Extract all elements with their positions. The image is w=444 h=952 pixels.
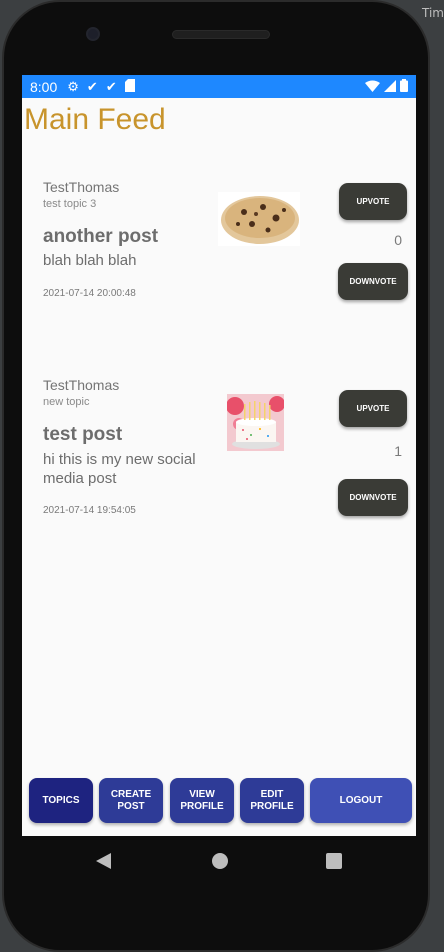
- page-title: Main Feed: [24, 103, 166, 136]
- vote-count: 1: [394, 443, 402, 459]
- window-corner-label: Tim: [422, 6, 444, 20]
- edit-profile-button[interactable]: EDIT PROFILE: [240, 778, 304, 823]
- post-body: hi this is my new social media post: [43, 451, 196, 487]
- earpiece-speaker: [172, 30, 270, 39]
- post-body: blah blah blah: [43, 252, 137, 269]
- create-post-button[interactable]: CREATE POST: [99, 778, 163, 823]
- back-icon[interactable]: [96, 853, 111, 869]
- battery-icon: [400, 78, 408, 95]
- wifi-icon: [365, 79, 380, 95]
- downvote-button[interactable]: DOWNVOTE: [338, 263, 408, 300]
- view-profile-button[interactable]: VIEW PROFILE: [170, 778, 234, 823]
- post-card: TestThomas new topic test post hi this i…: [22, 365, 416, 595]
- sd-card-icon: [124, 79, 135, 94]
- cookie-image: [218, 192, 300, 246]
- device-frame: 8:00 ⚙ ✔ ✔ Main Feed TestThomas test top…: [2, 0, 430, 952]
- upvote-button[interactable]: UPVOTE: [339, 390, 407, 427]
- post-title: test post: [43, 424, 123, 445]
- post-timestamp: 2021-07-14 20:00:48: [43, 288, 136, 299]
- upvote-button[interactable]: UPVOTE: [339, 183, 407, 220]
- home-icon[interactable]: [212, 853, 228, 869]
- logout-button[interactable]: LOGOUT: [310, 778, 412, 823]
- check-icon: ✔: [105, 79, 117, 94]
- post-topic: test topic 3: [43, 198, 97, 210]
- status-time: 8:00: [30, 78, 58, 95]
- post-topic: new topic: [43, 396, 90, 408]
- front-camera: [86, 27, 100, 41]
- post-author: TestThomas: [43, 377, 120, 393]
- post-title: another post: [43, 226, 159, 247]
- birthday-cake-image: [227, 394, 284, 451]
- recents-icon[interactable]: [326, 853, 342, 869]
- system-navigation-bar: [22, 836, 416, 886]
- downvote-button[interactable]: DOWNVOTE: [338, 479, 408, 516]
- check-icon: ✔: [86, 79, 98, 94]
- signal-icon: [384, 79, 396, 95]
- post-card: TestThomas test topic 3 another post bla…: [22, 165, 416, 365]
- status-bar: 8:00 ⚙ ✔ ✔: [22, 75, 416, 98]
- app-screen: 8:00 ⚙ ✔ ✔ Main Feed TestThomas test top…: [22, 75, 416, 836]
- bottom-navigation: TOPICS CREATE POST VIEW PROFILE EDIT PRO…: [22, 778, 416, 825]
- status-right-icons: [365, 78, 408, 95]
- vote-count: 0: [394, 232, 402, 248]
- topics-button[interactable]: TOPICS: [29, 778, 93, 823]
- post-author: TestThomas: [43, 179, 120, 195]
- post-timestamp: 2021-07-14 19:54:05: [43, 505, 136, 516]
- gear-icon: ⚙: [67, 79, 79, 94]
